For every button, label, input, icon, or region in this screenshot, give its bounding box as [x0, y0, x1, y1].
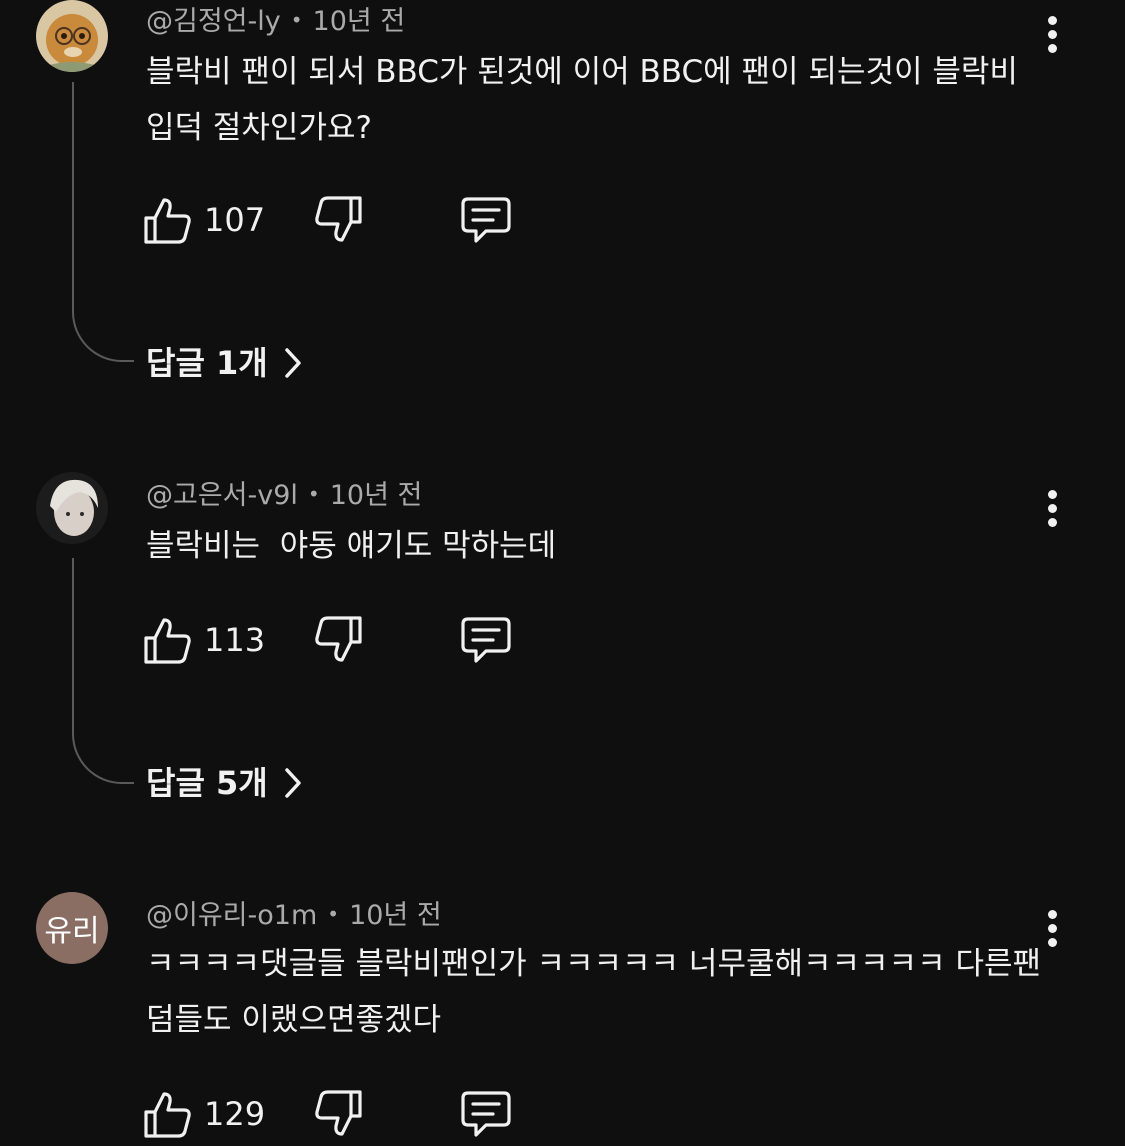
comment-time: 10년 전 [312, 6, 406, 37]
comment-meta: @김정언-ly • 10년 전 [146, 2, 405, 40]
like-count: 129 [204, 1095, 266, 1133]
author-name[interactable]: @고은서-v9l [146, 480, 298, 511]
more-dot [1048, 938, 1057, 947]
comment-time: 10년 전 [349, 900, 442, 931]
more-dot [1048, 504, 1057, 513]
chevron-right-icon [284, 348, 301, 378]
author-name[interactable]: @이유리-o1m [146, 900, 317, 931]
thumb-up-icon [144, 198, 191, 244]
like-button[interactable]: 113 [140, 612, 270, 668]
view-replies-button[interactable]: 답글 1개 [146, 338, 304, 388]
reply-button[interactable] [458, 612, 514, 668]
like-count: 107 [204, 201, 266, 239]
thumb-down-icon [315, 196, 362, 242]
dislike-button[interactable] [310, 192, 366, 248]
dislike-button[interactable] [310, 1086, 366, 1142]
author-avatar[interactable] [36, 0, 108, 72]
comment-text: 블락비는 야동 얘기도 막하는데 [146, 528, 557, 564]
author-avatar[interactable] [36, 472, 108, 544]
comment-icon [461, 197, 511, 243]
like-count: 113 [204, 621, 266, 659]
like-button[interactable]: 129 [140, 1086, 270, 1142]
avatar-initials: 유리 [44, 914, 100, 949]
more-vert-icon [1048, 490, 1057, 499]
replies-count-label: 답글 5개 [146, 764, 268, 802]
more-vert-icon [1048, 910, 1057, 919]
view-replies-button[interactable]: 답글 5개 [146, 758, 304, 808]
comment-meta: @고은서-v9l • 10년 전 [146, 476, 422, 514]
more-dot [1048, 518, 1057, 527]
thumb-down-icon [315, 1090, 362, 1136]
separator-dot: • [290, 8, 303, 32]
separator-dot: • [327, 902, 340, 926]
more-dot [1048, 924, 1057, 933]
comment-text: 블락비 팬이 되서 BBC가 된것에 이어 BBC에 팬이 되는것이 블락비 입… [146, 54, 1028, 146]
more-dot [1048, 44, 1057, 53]
reply-button[interactable] [458, 1086, 514, 1142]
author-avatar[interactable]: 유리 [36, 892, 108, 964]
comment-text: ㅋㅋㅋㅋ댓글들 블락비팬인가 ㅋㅋㅋㅋㅋ 너무쿨해ㅋㅋㅋㅋㅋ 다른팬덤들도 이랬… [146, 946, 1042, 1038]
photo-avatar-icon [36, 472, 108, 544]
dislike-button[interactable] [310, 612, 366, 668]
thread-line [72, 82, 134, 362]
thread-line [72, 558, 134, 784]
cartoon-avatar-icon [36, 0, 108, 72]
comment-icon [461, 1091, 511, 1137]
reply-button[interactable] [458, 192, 514, 248]
separator-dot: • [307, 482, 320, 506]
thumb-up-icon [144, 618, 191, 664]
thumb-up-icon [144, 1092, 191, 1138]
more-dot [1048, 30, 1057, 39]
comment-time: 10년 전 [329, 480, 423, 511]
chevron-right-icon [284, 768, 301, 798]
comment-meta: @이유리-o1m • 10년 전 [146, 896, 442, 934]
thumb-down-icon [315, 616, 362, 662]
replies-count-label: 답글 1개 [146, 344, 268, 382]
comment-icon [461, 617, 511, 663]
more-vert-icon [1048, 16, 1057, 25]
like-button[interactable]: 107 [140, 192, 270, 248]
author-name[interactable]: @김정언-ly [146, 6, 281, 37]
